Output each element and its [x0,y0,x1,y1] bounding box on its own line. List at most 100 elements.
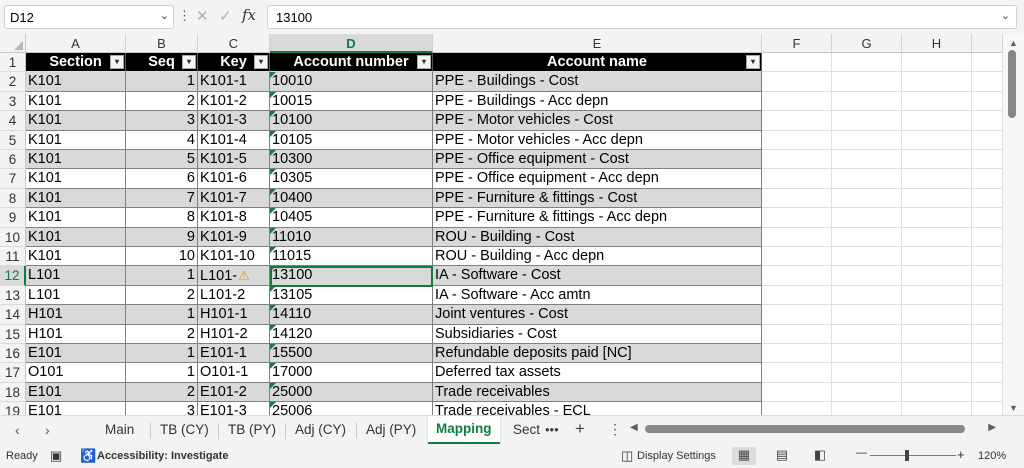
seq-cell[interactable]: 6 [126,169,198,189]
account-name-cell[interactable]: Trade receivables - ECL [433,402,762,415]
account-name-cell[interactable]: IA - Software - Cost [433,266,762,286]
table-header-cell[interactable]: Section ▾ [26,53,126,73]
account-name-cell[interactable]: PPE - Buildings - Cost [433,72,762,92]
empty-cell[interactable] [902,130,972,150]
display-settings-icon[interactable]: ◫ [621,448,633,464]
column-header-e[interactable]: E [433,34,762,53]
column-header-a[interactable]: A [26,34,126,53]
error-indicator-icon[interactable] [270,208,276,215]
seq-cell[interactable]: 1 [126,266,198,286]
section-cell[interactable]: E101 [26,382,126,403]
row-header[interactable]: 10 [0,227,26,247]
key-cell[interactable]: K101-7 [198,188,270,209]
empty-cell[interactable] [832,111,902,131]
seq-cell[interactable]: 7 [126,188,198,209]
formula-input[interactable]: 13100 ⌄ [267,5,1017,29]
account-name-cell[interactable]: PPE - Office equipment - Acc depn [433,169,762,189]
filter-dropdown-icon[interactable]: ▾ [417,55,431,69]
empty-cell[interactable] [902,382,972,403]
row-header[interactable]: 14 [0,305,26,325]
error-indicator-icon[interactable] [270,382,276,389]
seq-cell[interactable]: 3 [126,111,198,131]
scroll-down-icon[interactable]: ▼ [1009,403,1018,413]
key-cell[interactable]: E101-2 [198,382,270,403]
seq-cell[interactable]: 10 [126,247,198,267]
error-indicator-icon[interactable] [270,324,276,331]
column-header-b[interactable]: B [126,34,198,53]
key-cell[interactable]: L101-2 [198,285,270,306]
row-header[interactable]: 7 [0,169,26,189]
account-number-cell[interactable]: 15500 [270,344,433,364]
account-number-cell[interactable]: 14120 [270,324,433,344]
empty-cell[interactable] [902,305,972,325]
error-indicator-icon[interactable] [270,188,276,195]
account-name-cell[interactable]: Trade receivables [433,382,762,403]
key-cell[interactable]: K101-4 [198,130,270,150]
error-indicator-icon[interactable] [270,169,276,176]
table-header-cell[interactable]: Key ▾ [198,53,270,73]
key-cell[interactable]: K101-6 [198,169,270,189]
section-cell[interactable]: K101 [26,208,126,228]
empty-cell[interactable] [902,363,972,383]
account-number-cell[interactable]: 10400 [270,188,433,209]
tab-adj-cy[interactable]: Adj (CY) [295,422,346,437]
worksheet-grid[interactable]: ABCDEFGH 1 Section ▾ Seq ▾ Key ▾ Account number… [0,34,1003,415]
error-indicator-icon[interactable] [270,344,276,350]
empty-cell[interactable] [972,324,1003,344]
seq-cell[interactable]: 1 [126,72,198,92]
account-number-cell[interactable]: 10405 [270,208,433,228]
tab-prev-icon[interactable]: ‹ [15,422,20,438]
key-cell[interactable]: K101-9 [198,227,270,247]
zoom-in-icon[interactable]: + [957,447,965,462]
empty-cell[interactable] [972,305,1003,325]
empty-cell[interactable] [762,266,832,286]
tab-adj-py[interactable]: Adj (PY) [366,422,416,437]
empty-cell[interactable] [762,363,832,383]
tab-sect[interactable]: Sect [513,422,540,437]
section-cell[interactable]: K101 [26,150,126,170]
row-header[interactable]: 18 [0,382,26,403]
empty-cell[interactable] [972,363,1003,383]
empty-cell[interactable] [972,188,1003,209]
empty-cell[interactable] [832,285,902,306]
error-indicator-icon[interactable] [270,363,276,370]
empty-cell[interactable] [972,130,1003,150]
account-name-cell[interactable]: PPE - Furniture & fittings - Acc depn [433,208,762,228]
empty-cell[interactable] [762,285,832,306]
seq-cell[interactable]: 2 [126,324,198,344]
display-settings-button[interactable]: Display Settings [637,450,716,462]
empty-cell[interactable] [972,266,1003,286]
empty-cell[interactable] [762,53,832,73]
macro-record-icon[interactable]: ▣ [50,448,62,464]
zoom-slider[interactable] [870,455,956,456]
page-break-view-icon[interactable]: ◧ [808,447,832,465]
empty-cell[interactable] [832,130,902,150]
empty-cell[interactable] [762,72,832,92]
table-header-cell[interactable]: Seq ▾ [126,53,198,73]
column-header-c[interactable]: C [198,34,270,53]
key-cell[interactable]: K101-1 [198,72,270,92]
empty-cell[interactable] [832,363,902,383]
account-number-cell[interactable]: 13100 [270,266,433,286]
empty-cell[interactable] [832,53,902,73]
hscroll-thumb[interactable] [645,425,965,433]
empty-cell[interactable] [902,150,972,170]
empty-cell[interactable] [832,324,902,344]
row-header[interactable]: 4 [0,111,26,131]
tab-mapping[interactable]: Mapping [428,416,500,444]
key-cell[interactable]: K101-2 [198,91,270,112]
account-name-cell[interactable]: PPE - Office equipment - Cost [433,150,762,170]
key-cell[interactable]: L101-⚠ [198,266,270,286]
row-header[interactable]: 17 [0,363,26,383]
empty-cell[interactable] [902,208,972,228]
filter-dropdown-icon[interactable]: ▾ [254,55,268,69]
row-header[interactable]: 3 [0,91,26,112]
error-indicator-icon[interactable] [270,402,276,409]
empty-cell[interactable] [832,266,902,286]
account-number-cell[interactable]: 11015 [270,247,433,267]
seq-cell[interactable]: 2 [126,91,198,112]
row-header[interactable]: 15 [0,324,26,344]
error-indicator-icon[interactable] [270,285,276,292]
section-cell[interactable]: E101 [26,402,126,415]
error-indicator-icon[interactable] [270,91,276,98]
